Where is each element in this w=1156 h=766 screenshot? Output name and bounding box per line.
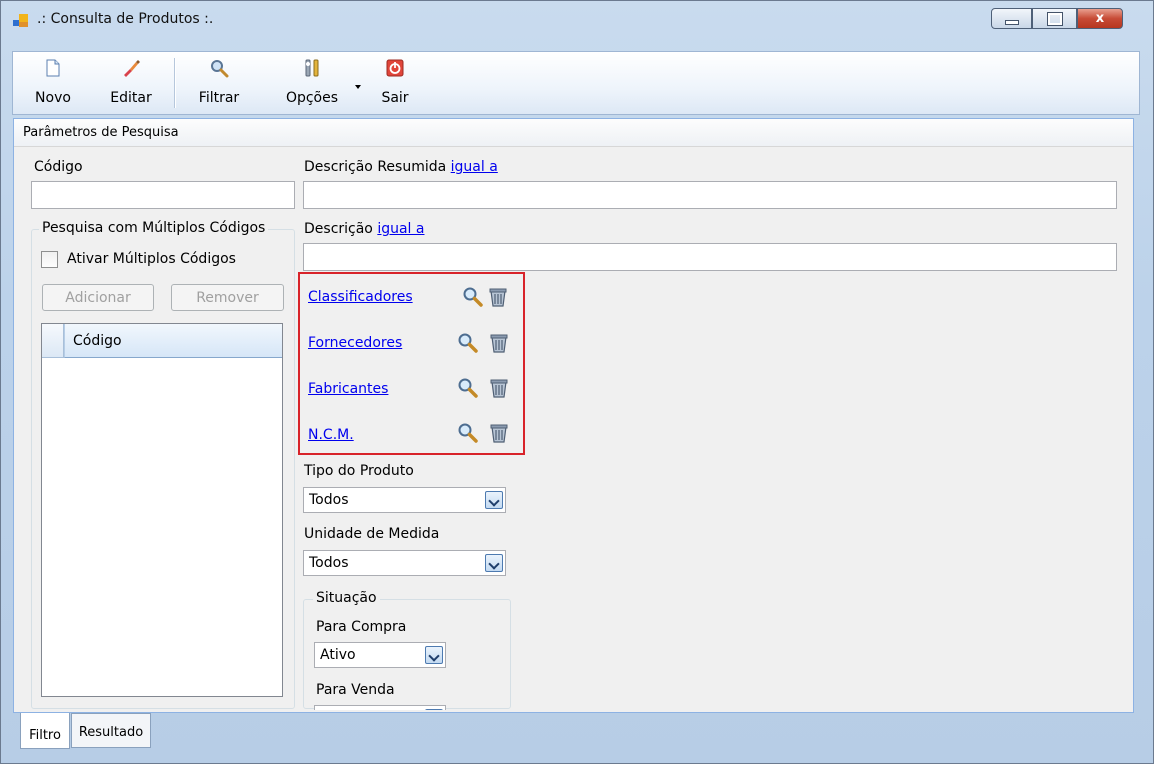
descricao-input[interactable] xyxy=(303,243,1117,271)
toolbar: Novo Editar Filtrar Opções Sair xyxy=(12,51,1140,115)
close-button[interactable]: x xyxy=(1077,8,1123,29)
opcoes-button[interactable]: Opções xyxy=(277,52,347,114)
codes-grid[interactable]: Código xyxy=(41,323,283,697)
descricao-label: Descrição xyxy=(304,221,373,237)
remover-label: Remover xyxy=(196,289,259,306)
panel-scrollbar[interactable] xyxy=(1119,148,1129,711)
para-compra-value: Ativo xyxy=(320,647,356,663)
main-window: .: Consulta de Produtos :. x Novo Editar… xyxy=(0,0,1154,764)
options-tools-icon xyxy=(305,59,319,77)
edit-brush-icon xyxy=(124,60,140,77)
clear-icon[interactable] xyxy=(487,286,509,308)
remover-button[interactable]: Remover xyxy=(171,284,284,311)
codigo-label: Código xyxy=(34,159,83,175)
adicionar-label: Adicionar xyxy=(65,289,131,306)
desc-resumida-label-row: Descrição Resumida igual a xyxy=(304,159,498,175)
multi-codes-checkbox-label: Ativar Múltiplos Códigos xyxy=(67,251,236,267)
unidade-medida-select[interactable]: Todos xyxy=(303,550,506,576)
search-icon[interactable] xyxy=(457,422,479,444)
unidade-medida-label: Unidade de Medida xyxy=(304,526,440,542)
para-venda-select[interactable] xyxy=(314,705,446,710)
maximize-button[interactable] xyxy=(1032,8,1077,29)
adicionar-button[interactable]: Adicionar xyxy=(42,284,154,311)
descricao-mode-link[interactable]: igual a xyxy=(377,221,424,237)
sair-button[interactable]: Sair xyxy=(369,52,421,114)
tab-resultado[interactable]: Resultado xyxy=(71,713,151,748)
close-icon: x xyxy=(1095,11,1105,26)
multi-codes-group-title: Pesquisa com Múltiplos Códigos xyxy=(39,220,269,236)
lookup-link-fabricantes[interactable]: Fabricantes xyxy=(308,381,388,397)
chevron-down-icon[interactable] xyxy=(425,709,443,710)
desc-resumida-input[interactable] xyxy=(303,181,1117,209)
filtrar-button[interactable]: Filtrar xyxy=(189,52,249,114)
grid-column-header-codigo[interactable]: Código xyxy=(64,324,282,358)
para-venda-select-clipped[interactable] xyxy=(314,705,446,710)
minimize-button[interactable] xyxy=(991,8,1032,29)
para-compra-select[interactable]: Ativo xyxy=(314,642,446,668)
tab-resultado-label: Resultado xyxy=(78,725,144,740)
minimize-icon xyxy=(1004,19,1019,25)
lookup-link-classificadores[interactable]: Classificadores xyxy=(308,289,413,305)
opcoes-dropdown-arrow-icon[interactable] xyxy=(355,85,361,89)
desc-resumida-mode-link[interactable]: igual a xyxy=(451,159,498,175)
tipo-produto-label: Tipo do Produto xyxy=(304,463,414,479)
window-title: .: Consulta de Produtos :. xyxy=(37,11,214,27)
para-compra-label: Para Compra xyxy=(316,619,407,635)
maximize-icon xyxy=(1046,11,1063,26)
exit-icon xyxy=(386,59,404,77)
tab-filtro-label: Filtro xyxy=(29,728,61,743)
clear-icon[interactable] xyxy=(488,377,510,399)
tipo-produto-select[interactable]: Todos xyxy=(303,487,506,513)
panel-header-title: Parâmetros de Pesquisa xyxy=(23,125,179,140)
tipo-produto-value: Todos xyxy=(309,492,349,508)
grid-column-header-label: Código xyxy=(73,333,122,349)
situacao-group-title: Situação xyxy=(313,590,380,606)
editar-button[interactable]: Editar xyxy=(103,52,159,114)
new-document-icon xyxy=(46,59,60,77)
sair-label: Sair xyxy=(381,90,409,106)
search-icon[interactable] xyxy=(457,332,479,354)
magnifier-icon xyxy=(211,60,229,78)
desc-resumida-label: Descrição Resumida xyxy=(304,159,447,175)
clear-icon[interactable] xyxy=(488,422,510,444)
chevron-down-icon[interactable] xyxy=(425,646,443,664)
chevron-down-icon[interactable] xyxy=(485,554,503,572)
tab-filtro[interactable]: Filtro xyxy=(20,713,70,749)
lookup-link-fornecedores[interactable]: Fornecedores xyxy=(308,335,402,351)
grid-corner-header xyxy=(42,324,64,358)
search-icon[interactable] xyxy=(462,286,484,308)
para-venda-label: Para Venda xyxy=(316,682,395,698)
descricao-label-row: Descrição igual a xyxy=(304,221,424,237)
chevron-down-icon[interactable] xyxy=(485,491,503,509)
toolbar-separator xyxy=(174,58,176,108)
lookup-link-ncm[interactable]: N.C.M. xyxy=(308,427,354,443)
unidade-medida-value: Todos xyxy=(309,555,349,571)
search-icon[interactable] xyxy=(457,377,479,399)
panel-header: Parâmetros de Pesquisa xyxy=(14,119,1133,147)
filtrar-label: Filtrar xyxy=(198,90,240,106)
clear-icon[interactable] xyxy=(488,332,510,354)
multi-codes-checkbox[interactable] xyxy=(41,251,58,268)
title-bar: .: Consulta de Produtos :. x xyxy=(1,1,1153,37)
app-icon xyxy=(13,14,28,27)
opcoes-label: Opções xyxy=(285,90,339,106)
editar-label: Editar xyxy=(110,90,152,106)
codigo-input[interactable] xyxy=(31,181,295,209)
novo-button[interactable]: Novo xyxy=(25,52,81,114)
novo-label: Novo xyxy=(35,90,71,106)
